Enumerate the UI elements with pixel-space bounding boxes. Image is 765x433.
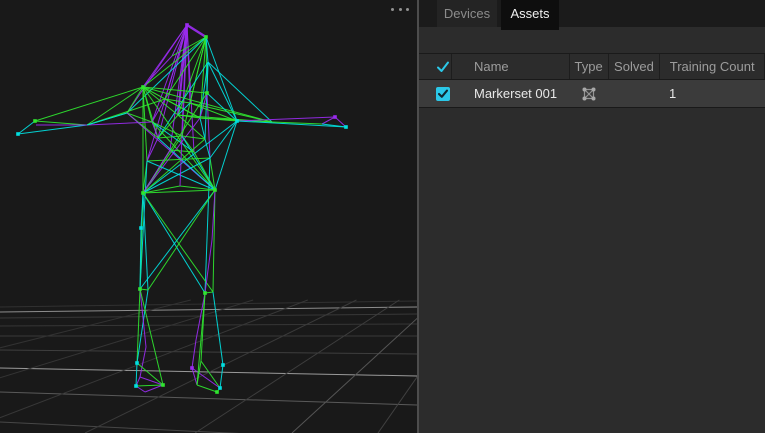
- viewport-menu-button[interactable]: [391, 5, 409, 13]
- tab-assets[interactable]: Assets: [501, 0, 559, 30]
- asset-name: Markerset 001: [452, 80, 570, 107]
- asset-solved-cell: [608, 80, 659, 107]
- tab-devices[interactable]: Devices: [437, 0, 497, 27]
- assets-panel: Devices Assets Name Type Solved Training…: [419, 0, 765, 433]
- assets-table-header: Name Type Solved Training Count: [419, 53, 765, 80]
- asset-training-count: 1: [659, 80, 763, 107]
- markerset-wireframe-scene: [0, 0, 417, 433]
- more-options-icon: [406, 8, 409, 11]
- more-options-icon: [399, 8, 402, 11]
- column-header-training-count[interactable]: Training Count: [660, 54, 765, 79]
- row-checkbox[interactable]: [436, 87, 450, 101]
- select-all-header[interactable]: [419, 54, 452, 79]
- panel-tab-bar: Devices Assets: [419, 0, 765, 27]
- check-icon: [437, 89, 449, 99]
- column-header-type[interactable]: Type: [570, 54, 609, 79]
- asset-type-cell: [570, 80, 608, 107]
- markerset-icon: [581, 86, 597, 102]
- column-header-solved[interactable]: Solved: [609, 54, 661, 79]
- app-window: { "colors":{ "accent_cyan":"#2bc8e8", "s…: [0, 0, 765, 433]
- asset-row-markerset-001[interactable]: Markerset 001 1: [419, 79, 765, 108]
- more-options-icon: [391, 8, 394, 11]
- check-icon: [436, 61, 450, 73]
- 3d-viewport[interactable]: [0, 0, 417, 433]
- column-header-name[interactable]: Name: [452, 54, 570, 79]
